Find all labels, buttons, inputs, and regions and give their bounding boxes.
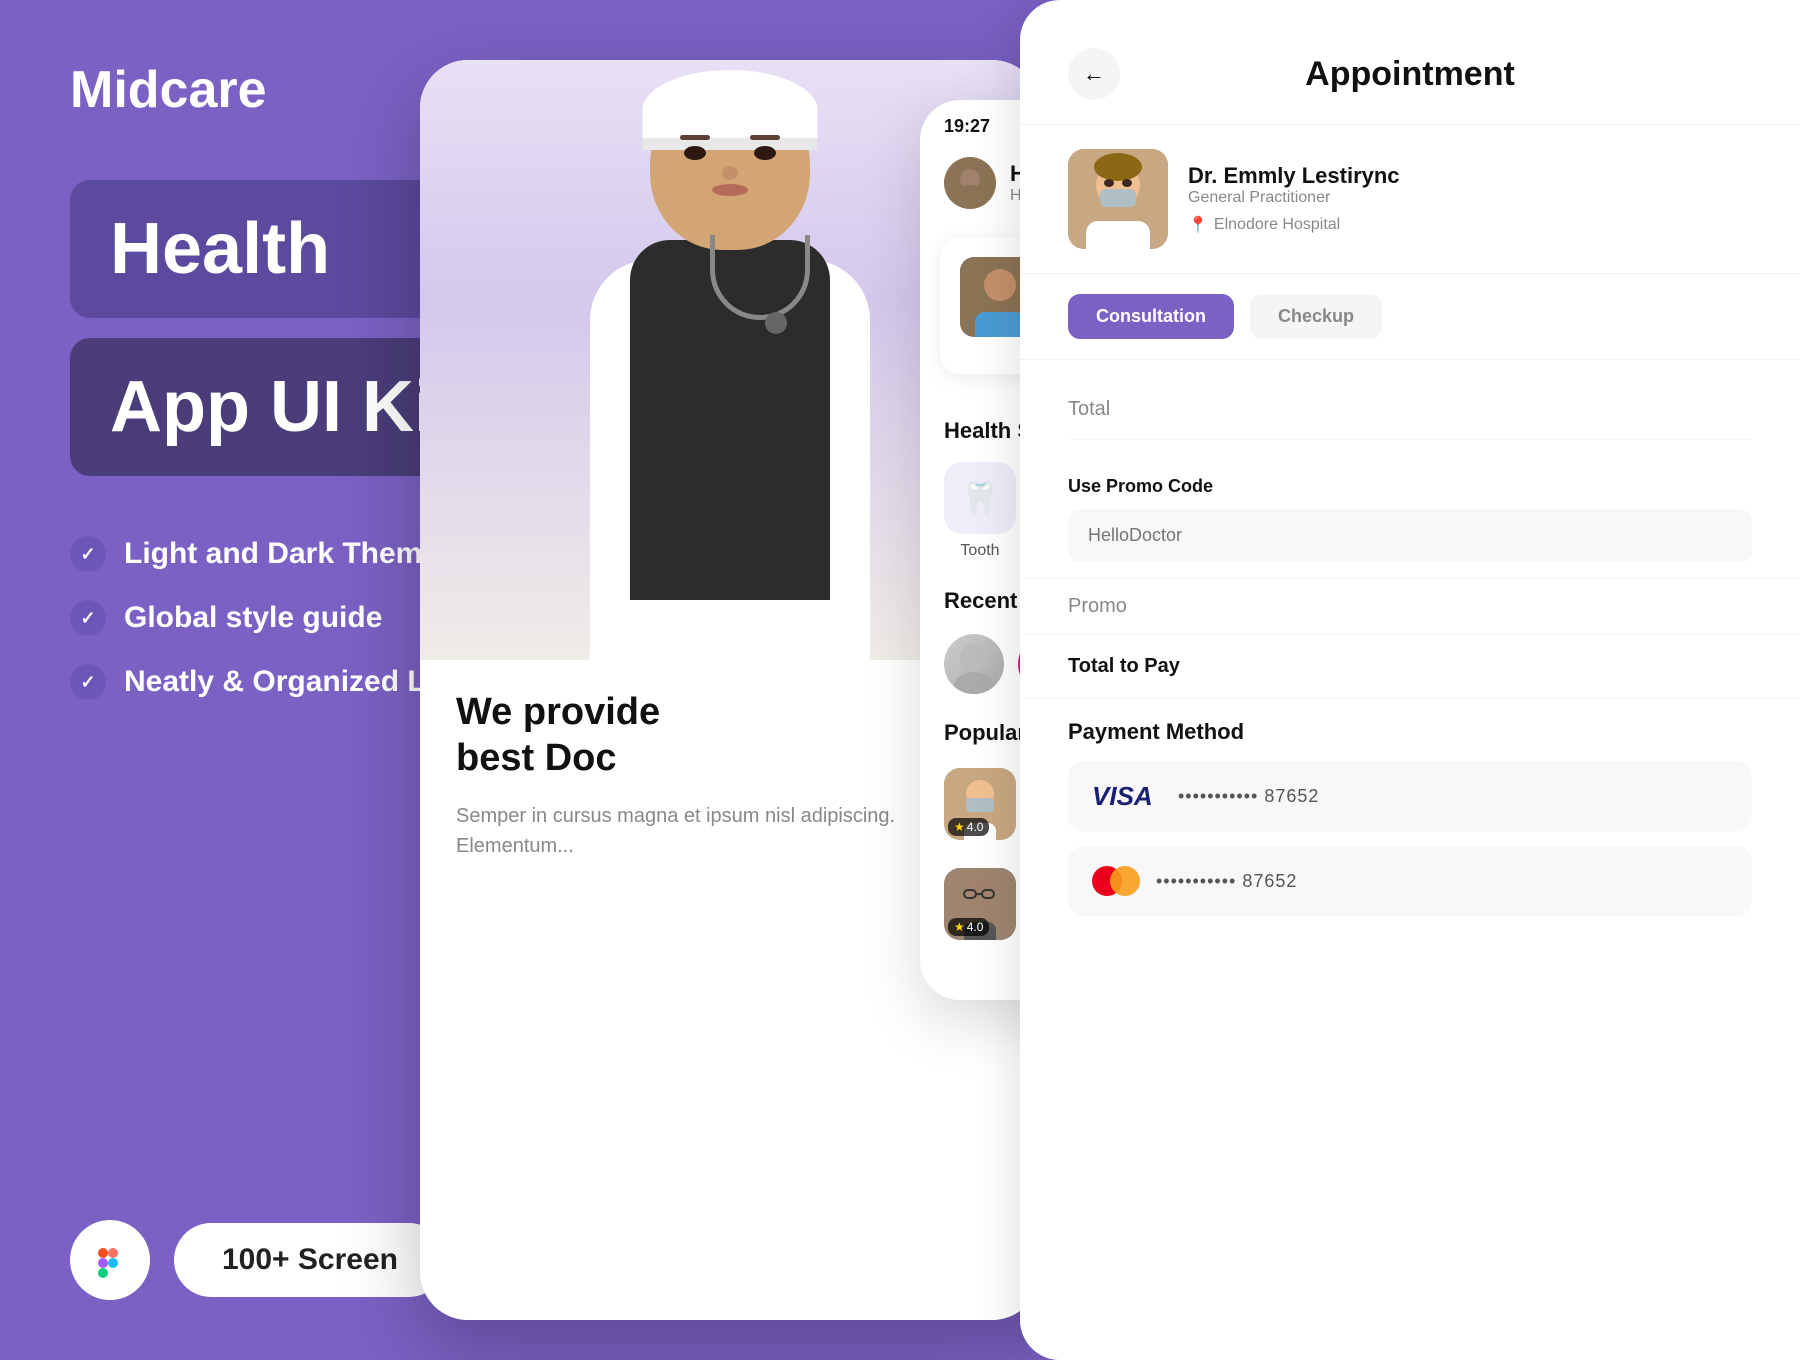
- status-time: 19:27: [944, 116, 990, 137]
- doc-text: Dr. Emmly Lestirync General Practitioner…: [1188, 163, 1400, 235]
- stetho-right: [805, 235, 810, 265]
- appt-doc-name: Dr. Emmly Lestirync: [1188, 163, 1400, 189]
- location-pin-icon: 📍: [1188, 215, 1208, 235]
- appt-doc-location: 📍 Elnodore Hospital: [1188, 215, 1400, 235]
- feature-text-1: Light and Dark Theme: [124, 537, 439, 571]
- feature-text-2: Global style guide: [124, 601, 382, 635]
- eye-right: [754, 146, 776, 160]
- appt-details: Total: [1020, 360, 1800, 460]
- eyebrow-left: [680, 135, 710, 140]
- star-icon-1: ★: [954, 820, 965, 834]
- appt-tabs: Consultation Checkup: [1020, 274, 1800, 360]
- popular-doc-thumb-1: ★ 4.0: [944, 768, 1016, 840]
- nose: [722, 166, 738, 180]
- visa-card[interactable]: VISA ••••••••••• 87652: [1068, 761, 1752, 832]
- doctor-info-row: Dr. Emmly Lestirync General Practitioner…: [1020, 125, 1800, 274]
- consult-avatar-1[interactable]: [944, 634, 1004, 694]
- eyebrow-right: [750, 135, 780, 140]
- appt-title: Appointment: [1305, 55, 1515, 94]
- check-icon-3: [70, 664, 106, 700]
- promo-input[interactable]: [1068, 509, 1752, 562]
- payment-section: Payment Method VISA ••••••••••• 87652 ••…: [1020, 699, 1800, 950]
- visa-card-number: ••••••••••• 87652: [1178, 786, 1319, 807]
- total-row: Total: [1068, 380, 1752, 440]
- visa-logo: VISA: [1092, 781, 1162, 812]
- total-pay-label: Total to Pay: [1068, 655, 1180, 678]
- total-label: Total: [1068, 398, 1110, 421]
- rating-badge-2: ★ 4.0: [948, 918, 989, 936]
- tooth-icon-box: 🦷: [944, 462, 1016, 534]
- cap-band: [643, 138, 818, 150]
- appointment-panel: ← Appointment Dr. Emmly Lestirync: [1020, 0, 1800, 1360]
- mastercard-logo: [1092, 866, 1140, 896]
- stetho-left: [710, 235, 715, 265]
- figma-button[interactable]: [70, 1220, 150, 1300]
- service-tooth[interactable]: 🦷 Tooth: [944, 462, 1016, 560]
- appt-header: ← Appointment: [1020, 0, 1800, 125]
- back-button[interactable]: ←: [1068, 48, 1120, 100]
- rating-value-1: 4.0: [967, 820, 984, 834]
- doc-photo: [1068, 149, 1168, 249]
- stetho-end: [765, 312, 787, 334]
- screens-button[interactable]: 100+ Screen: [174, 1223, 446, 1297]
- promo-section: Use Promo Code: [1020, 460, 1800, 579]
- rating-badge-1: ★ 4.0: [948, 818, 989, 836]
- nurse-cap: [643, 70, 818, 150]
- payment-method-label: Payment Method: [1068, 719, 1752, 745]
- appt-doc-type: General Practitioner: [1188, 189, 1400, 207]
- rating-value-2: 4.0: [967, 920, 984, 934]
- mc-orange-circle: [1110, 866, 1140, 896]
- lips: [712, 184, 748, 196]
- promo-sub-row: Promo: [1020, 579, 1800, 635]
- check-icon-1: [70, 536, 106, 572]
- promo-label: Use Promo Code: [1068, 476, 1752, 497]
- check-icon-2: [70, 600, 106, 636]
- appt-location-text: Elnodore Hospital: [1214, 216, 1340, 234]
- mastercard-number: ••••••••••• 87652: [1156, 871, 1297, 892]
- popular-doc-thumb-2: ★ 4.0: [944, 868, 1016, 940]
- user-avatar: [944, 157, 996, 209]
- eye-left: [684, 146, 706, 160]
- tab-consultation[interactable]: Consultation: [1068, 294, 1234, 339]
- tab-checkup[interactable]: Checkup: [1250, 294, 1382, 339]
- tooth-label: Tooth: [960, 542, 999, 560]
- star-icon-2: ★: [954, 920, 965, 934]
- mastercard-card[interactable]: ••••••••••• 87652: [1068, 846, 1752, 916]
- promo-sub-label: Promo: [1068, 595, 1127, 618]
- health-title: Health: [110, 209, 330, 289]
- total-pay-row: Total to Pay: [1020, 635, 1800, 699]
